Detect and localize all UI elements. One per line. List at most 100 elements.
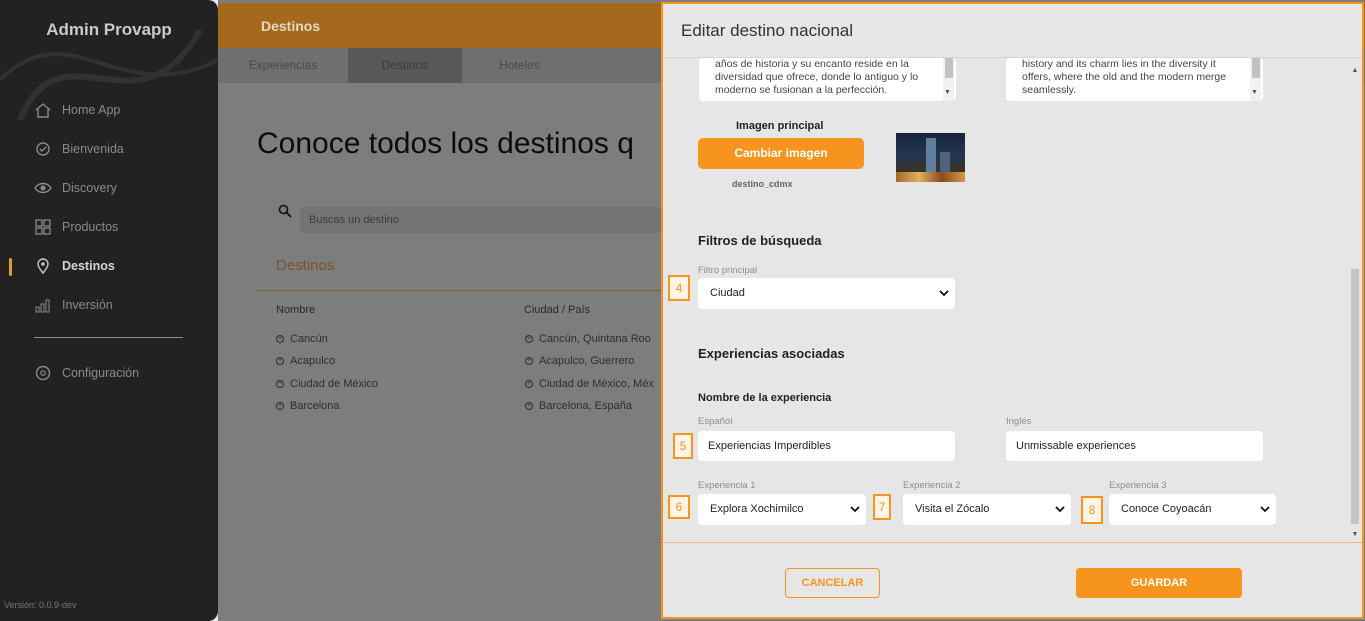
table-cell: + Acapulco, Guerrero [525, 355, 634, 367]
cell-name: Acapulco [290, 355, 336, 367]
scroll-down-icon[interactable]: ▼ [1350, 530, 1360, 540]
sidebar-item-bienvenida[interactable]: Bienvenida [34, 139, 124, 159]
sidebar-item-destinos[interactable]: Destinos [34, 256, 115, 276]
table-cell: + Ciudad de México, Méx [525, 378, 654, 390]
gear-icon [34, 364, 52, 382]
sidebar-item-home-app[interactable]: Home App [34, 100, 120, 120]
experience-2-select[interactable]: Visita el Zócalo [903, 494, 1071, 525]
exp1-label: Experiencia 1 [698, 480, 756, 491]
marker-6: 6 [668, 495, 690, 519]
chart-icon [34, 296, 52, 314]
grid-icon [34, 218, 52, 236]
column-header-name: Nombre [276, 304, 316, 316]
cell-city: Acapulco, Guerrero [539, 355, 635, 367]
cell-name: Ciudad de México [290, 378, 379, 390]
sidebar-item-label: Inversión [62, 298, 113, 312]
sidebar-item-inversion[interactable]: Inversión [34, 295, 113, 315]
tab-hoteles[interactable]: Hoteles [462, 48, 577, 83]
sidebar-item-label: Home App [62, 103, 121, 117]
marker-7: 7 [873, 494, 891, 520]
search-icon [278, 204, 292, 223]
sidebar-divider [34, 337, 183, 338]
scroll-down-icon: ▼ [944, 89, 951, 96]
cell-city: Ciudad de México, Méx [539, 378, 654, 390]
sidebar-item-label: Destinos [62, 259, 115, 273]
edit-destination-modal: Editar destino nacional años de historia… [661, 2, 1364, 619]
select-value: Visita el Zócalo [915, 503, 990, 515]
tab-destinos[interactable]: Destinos [348, 48, 462, 83]
marker-5: 5 [673, 433, 693, 459]
table-row[interactable]: + Ciudad de México [276, 378, 378, 390]
save-button[interactable]: GUARDAR [1076, 568, 1242, 598]
scrollbar-thumb[interactable] [1351, 269, 1359, 524]
scroll-down-icon: ▼ [1251, 89, 1258, 96]
description-en-textarea[interactable]: history and its charm lies in the divers… [1006, 58, 1263, 101]
lang-es-label: Español [698, 416, 733, 427]
sidebar-item-discovery[interactable]: Discovery [34, 178, 117, 198]
home-icon [34, 101, 52, 119]
destination-thumbnail [896, 133, 965, 182]
table-cell: + Barcelona, España [525, 400, 632, 412]
image-filename: destino_cdmx [732, 179, 793, 189]
textarea-scrollbar[interactable]: ▼ [1250, 58, 1261, 101]
experiences-section-title: Experiencias asociadas [698, 346, 845, 361]
page-title: Destinos [261, 18, 321, 34]
sidebar: Admin Provapp Home App Bienvenida Discov… [0, 0, 218, 621]
chevron-down-icon [850, 494, 860, 538]
scroll-up-icon[interactable]: ▲ [1350, 66, 1360, 76]
main-heading: Conoce todos los destinos q [257, 127, 634, 160]
experience-name-en-input[interactable]: Unmissable experiences [1006, 431, 1263, 461]
plus-circle-icon: + [525, 335, 533, 343]
cell-city: Barcelona, España [539, 400, 632, 412]
table-row[interactable]: + Acapulco [276, 355, 335, 367]
filters-section-title: Filtros de búsqueda [698, 233, 822, 248]
sidebar-item-label: Discovery [62, 181, 117, 195]
description-es-text: años de historia y su encanto reside en … [715, 58, 919, 96]
description-es-textarea[interactable]: años de historia y su encanto reside en … [699, 58, 956, 101]
table-cell: + Cancún, Quintana Roo [525, 333, 651, 345]
textarea-scrollbar[interactable]: ▼ [943, 58, 954, 101]
plus-circle-icon: + [276, 402, 284, 410]
plus-circle-icon: + [276, 380, 284, 388]
select-value: Explora Xochimilco [710, 503, 804, 515]
app-brand: Admin Provapp [46, 20, 172, 39]
table-row[interactable]: + Cancún [276, 333, 328, 345]
main-filter-select[interactable]: Ciudad [698, 278, 955, 309]
search-input[interactable]: Buscas un destino [300, 207, 700, 233]
marker-8: 8 [1081, 496, 1103, 524]
lang-en-label: Inglés [1006, 416, 1032, 427]
experience-1-select[interactable]: Explora Xochimilco [698, 494, 866, 525]
sidebar-item-label: Bienvenida [62, 142, 124, 156]
sidebar-item-label: Configuración [62, 366, 140, 380]
destinations-section-title: Destinos [276, 257, 335, 274]
sidebar-item-label: Productos [62, 220, 119, 234]
table-row[interactable]: + Barcelona [276, 400, 340, 412]
cell-city: Cancún, Quintana Roo [539, 333, 651, 345]
experience-name-label: Nombre de la experiencia [698, 392, 832, 404]
description-en-text: history and its charm lies in the divers… [1022, 58, 1227, 96]
chevron-down-icon [1260, 494, 1270, 538]
cancel-button[interactable]: CANCELAR [785, 568, 880, 598]
change-image-button[interactable]: Cambiar imagen [698, 138, 864, 169]
location-pin-icon [34, 257, 52, 275]
plus-circle-icon: + [525, 380, 533, 388]
section-divider [257, 290, 702, 291]
active-indicator [9, 258, 12, 276]
modal-scroll-area[interactable]: años de historia y su encanto reside en … [663, 58, 1362, 542]
sidebar-item-configuracion[interactable]: Configuración [34, 363, 139, 383]
welcome-icon [34, 140, 52, 158]
sidebar-item-productos[interactable]: Productos [34, 217, 118, 237]
marker-4: 4 [668, 275, 690, 301]
chevron-down-icon [1055, 494, 1065, 538]
experience-name-es-input[interactable]: Experiencias Imperdibles [698, 431, 955, 461]
tab-experiencias[interactable]: Experiencias [218, 48, 348, 83]
exp3-label: Experiencia 3 [1109, 480, 1167, 491]
plus-circle-icon: + [276, 357, 284, 365]
image-label: Imagen principal [736, 120, 824, 132]
plus-circle-icon: + [525, 357, 533, 365]
experience-3-select[interactable]: Conoce Coyoacán [1109, 494, 1276, 525]
modal-title: Editar destino nacional [681, 21, 854, 40]
eye-icon [34, 179, 52, 197]
modal-scrollbar[interactable]: ▲ ▼ [1350, 64, 1360, 540]
exp2-label: Experiencia 2 [903, 480, 961, 491]
